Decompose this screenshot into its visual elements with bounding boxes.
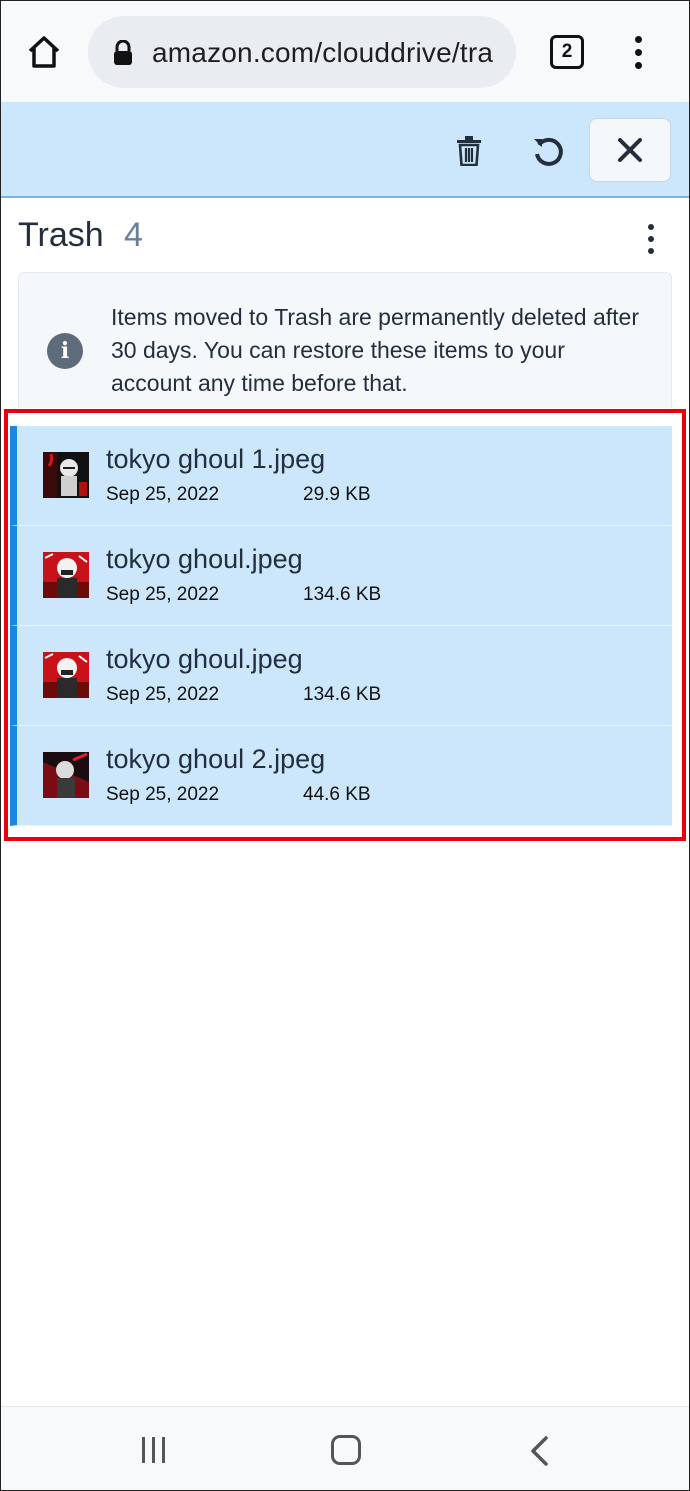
file-row[interactable]: tokyo ghoul.jpeg Sep 25, 2022 134.6 KB — [10, 626, 672, 726]
home-icon[interactable] — [22, 30, 66, 74]
file-row[interactable]: tokyo ghoul.jpeg Sep 25, 2022 134.6 KB — [10, 526, 672, 626]
file-name: tokyo ghoul.jpeg — [106, 644, 303, 674]
info-icon: i — [47, 333, 83, 369]
file-row[interactable]: tokyo ghoul 1.jpeg Sep 25, 2022 29.9 KB — [10, 426, 672, 526]
info-text: Items moved to Trash are permanently del… — [111, 304, 639, 396]
file-thumbnail — [43, 452, 89, 498]
trash-icon[interactable] — [452, 133, 486, 169]
file-size: 134.6 KB — [303, 584, 382, 605]
file-date: Sep 25, 2022 — [106, 684, 220, 705]
file-size: 44.6 KB — [303, 784, 371, 805]
file-name: tokyo ghoul 1.jpeg — [106, 444, 326, 474]
restore-icon[interactable] — [530, 133, 566, 169]
file-date: Sep 25, 2022 — [106, 484, 220, 505]
tab-switcher-button[interactable]: 2 — [550, 35, 584, 69]
file-thumbnail — [43, 652, 89, 698]
file-name: tokyo ghoul 2.jpeg — [106, 744, 326, 774]
url-text: amazon.com/clouddrive/tra — [152, 37, 494, 68]
recents-icon[interactable] — [140, 1437, 168, 1463]
page-title: Trash — [18, 216, 104, 254]
info-notice: i Items moved to Trash are permanently d… — [18, 272, 672, 408]
file-name: tokyo ghoul.jpeg — [106, 544, 303, 574]
file-date: Sep 25, 2022 — [106, 584, 220, 605]
file-list: tokyo ghoul 1.jpeg Sep 25, 2022 29.9 KB … — [10, 426, 672, 826]
file-size: 134.6 KB — [303, 684, 382, 705]
close-icon — [618, 138, 642, 162]
file-row[interactable]: tokyo ghoul 2.jpeg Sep 25, 2022 44.6 KB — [10, 726, 672, 826]
selection-toolbar — [0, 102, 690, 198]
file-thumbnail — [43, 552, 89, 598]
home-nav-icon[interactable] — [331, 1435, 361, 1465]
file-thumbnail — [43, 752, 89, 798]
browser-toolbar: amazon.com/clouddrive/tra 2 — [0, 0, 690, 102]
more-options-icon[interactable] — [640, 222, 662, 256]
file-size: 29.9 KB — [303, 484, 371, 505]
file-date: Sep 25, 2022 — [106, 784, 220, 805]
system-nav-bar — [0, 1406, 690, 1491]
close-button[interactable] — [589, 118, 671, 182]
address-bar[interactable]: amazon.com/clouddrive/tra — [88, 16, 516, 88]
back-icon[interactable] — [528, 1435, 552, 1467]
overflow-menu-icon[interactable] — [626, 34, 652, 72]
item-count: 4 — [124, 216, 143, 254]
lock-icon — [114, 40, 132, 65]
